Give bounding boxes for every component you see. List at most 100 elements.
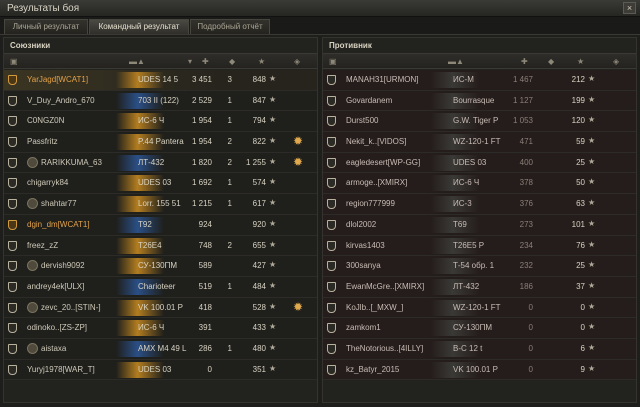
platoon-icon (8, 157, 17, 168)
medal-column-icon[interactable]: ◈ (294, 57, 300, 66)
vehicle-column-icon[interactable]: ▬▲ (448, 57, 464, 66)
table-row[interactable]: Govardanem Bourrasque 1 127 199 ★ (323, 90, 636, 112)
xp-value: 920 (252, 219, 266, 229)
medal-icon[interactable]: ✹ (291, 300, 305, 314)
player-name[interactable]: dervish9092 (41, 261, 85, 270)
player-name[interactable]: MANAH31[URMON] (346, 75, 418, 84)
tank-name: ЛТ-432 (138, 157, 165, 167)
frags-value: 1 (227, 116, 232, 126)
platoon-column-icon[interactable]: ▣ (329, 57, 337, 66)
player-name[interactable]: eagledesert[WP-GG] (346, 158, 420, 167)
player-name[interactable]: 300sanya (346, 261, 381, 270)
xp-value: 25 (576, 261, 585, 271)
platoon-icon (8, 199, 17, 210)
damage-column-icon[interactable]: ✚ (202, 57, 209, 66)
platoon-icon (8, 95, 17, 106)
damage-value: 0 (528, 343, 533, 353)
player-name[interactable]: dgin_dm[WCAT1] (27, 220, 90, 229)
damage-value: 273 (519, 219, 533, 229)
table-row[interactable]: dgin_dm[WCAT1] T92 924 920 ★ (4, 214, 317, 236)
xp-star-icon: ★ (269, 115, 277, 125)
close-button[interactable]: × (623, 2, 636, 14)
table-row[interactable]: zamkom1 СУ-130ПМ 0 0 ★ (323, 318, 636, 339)
player-name[interactable]: RARIKKUMA_63 (41, 158, 102, 167)
player-name[interactable]: zevc_20..[STIN-] (41, 303, 101, 312)
table-row[interactable]: Yuryj1978[WAR_T] UDES 03 0 351 ★ (4, 359, 317, 381)
table-row[interactable]: MANAH31[URMON] ИС-М 1 467 212 ★ (323, 70, 636, 91)
player-name[interactable]: freez_zZ (27, 241, 58, 250)
tab-personal-result[interactable]: Личный результат (4, 19, 88, 34)
frags-column-icon[interactable]: ◆ (229, 57, 235, 66)
platoon-column-icon[interactable]: ▣ (10, 57, 18, 66)
player-name[interactable]: region777999 (346, 199, 395, 208)
medal-icon[interactable]: ✹ (291, 134, 305, 148)
table-row[interactable]: Nekit_k..[VIDOS] WZ-120-1 FT 471 59 ★ (323, 132, 636, 153)
xp-column-icon[interactable]: ★ (258, 57, 265, 66)
player-name[interactable]: kz_Batyr_2015 (346, 365, 399, 374)
tab-team-result[interactable]: Командный результат (89, 19, 189, 34)
table-row[interactable]: RARIKKUMA_63 ЛТ-432 1 820 2 1 255 ★ ✹ (4, 152, 317, 174)
platoon-icon (8, 75, 17, 85)
damage-value: 519 (198, 281, 212, 291)
player-name[interactable]: Durst500 (346, 116, 378, 125)
table-row[interactable]: Passfritz P.44 Pantera 1 954 2 822 ★ ✹ (4, 132, 317, 153)
sort-arrow-icon[interactable]: ▾ (188, 57, 192, 66)
table-row[interactable]: TheNotorious..[4ILLY] В-С 12 t 0 6 ★ (323, 338, 636, 360)
player-name[interactable]: zamkom1 (346, 323, 381, 332)
player-name[interactable]: aistaxa (41, 344, 66, 353)
player-name[interactable]: Yuryj1978[WAR_T] (27, 365, 95, 374)
table-row[interactable]: V_Duy_Andro_670 703 II (122) 2 529 1 847 ★ (4, 90, 317, 112)
medal-icon[interactable]: ✹ (291, 155, 305, 169)
player-name[interactable]: C0NGZ0N (27, 116, 64, 125)
table-row[interactable]: aistaxa AMX M4 49 L 286 1 480 ★ (4, 338, 317, 360)
table-row[interactable]: YarJagd[WCAT1] UDES 14 5 3 451 3 848 ★ (4, 70, 317, 91)
table-row[interactable]: odinoko..[ZS-ZP] ИС-6 Ч 391 433 ★ (4, 318, 317, 339)
table-row[interactable]: armoge..[XMIRX] ИС-6 Ч 378 50 ★ (323, 173, 636, 195)
platoon-icon (8, 364, 17, 375)
table-row[interactable]: region777999 ИС-3 376 63 ★ (323, 194, 636, 215)
platoon-icon (8, 323, 17, 334)
vehicle-column-icon[interactable]: ▬▲ (129, 57, 145, 66)
player-name[interactable]: Nekit_k..[VIDOS] (346, 137, 406, 146)
player-name[interactable]: KoJlb..[_MXW_] (346, 303, 403, 312)
player-name[interactable]: shahtar77 (41, 199, 77, 208)
damage-column-icon[interactable]: ✚ (521, 57, 528, 66)
table-row[interactable]: zevc_20..[STIN-] VK 100.01 P 418 528 ★ ✹ (4, 297, 317, 319)
player-name[interactable]: Govardanem (346, 96, 392, 105)
player-name[interactable]: dlol2002 (346, 220, 376, 229)
table-row[interactable]: KoJlb..[_MXW_] WZ-120-1 FT 0 0 ★ (323, 297, 636, 319)
table-row[interactable]: dlol2002 T69 273 101 ★ (323, 214, 636, 236)
table-row[interactable]: kirvas1403 T26E5 P 234 76 ★ (323, 235, 636, 257)
player-name[interactable]: TheNotorious..[4ILLY] (346, 344, 423, 353)
medal-column-icon[interactable]: ◈ (613, 57, 619, 66)
player-name[interactable]: andrey4ek[ULX] (27, 282, 84, 291)
player-name[interactable]: odinoko..[ZS-ZP] (27, 323, 87, 332)
xp-column-icon[interactable]: ★ (577, 57, 584, 66)
tank-name: T26E4 (138, 240, 162, 250)
player-name[interactable]: chigarryk84 (27, 178, 68, 187)
tab-detailed-report[interactable]: Подробный отчёт (190, 19, 270, 34)
player-name[interactable]: YarJagd[WCAT1] (27, 75, 88, 84)
table-row[interactable]: eagledesert[WP-GG] UDES 03 400 25 ★ (323, 152, 636, 174)
tank-name: WZ-120-1 FT (453, 137, 501, 147)
table-row[interactable]: 300sanya Т-54 обр. 1 232 25 ★ (323, 256, 636, 277)
table-row[interactable]: kz_Batyr_2015 VK 100.01 P 0 9 ★ (323, 359, 636, 381)
tank-name: ИС-6 Ч (138, 116, 165, 126)
xp-star-icon: ★ (588, 322, 596, 332)
table-row[interactable]: freez_zZ T26E4 748 2 655 ★ (4, 235, 317, 257)
table-row[interactable]: chigarryk84 UDES 03 1 692 1 574 ★ (4, 173, 317, 195)
xp-star-icon: ★ (269, 363, 277, 373)
damage-value: 1 053 (512, 116, 533, 126)
player-name[interactable]: armoge..[XMIRX] (346, 178, 407, 187)
table-row[interactable]: Durst500 G.W. Tiger P 1 053 120 ★ (323, 111, 636, 133)
player-name[interactable]: EwanMcGre..[XMIRX] (346, 282, 424, 291)
table-row[interactable]: C0NGZ0N ИС-6 Ч 1 954 1 794 ★ (4, 111, 317, 133)
player-name[interactable]: kirvas1403 (346, 241, 385, 250)
frags-column-icon[interactable]: ◆ (548, 57, 554, 66)
table-row[interactable]: andrey4ek[ULX] Charioteer 519 1 484 ★ (4, 276, 317, 298)
player-name[interactable]: V_Duy_Andro_670 (27, 96, 95, 105)
table-row[interactable]: shahtar77 Lorr. 155 51 1 215 1 617 ★ (4, 194, 317, 215)
table-row[interactable]: EwanMcGre..[XMIRX] ЛТ-432 186 37 ★ (323, 276, 636, 298)
table-row[interactable]: dervish9092 СУ-130ПМ 589 427 ★ (4, 256, 317, 277)
player-name[interactable]: Passfritz (27, 137, 58, 146)
